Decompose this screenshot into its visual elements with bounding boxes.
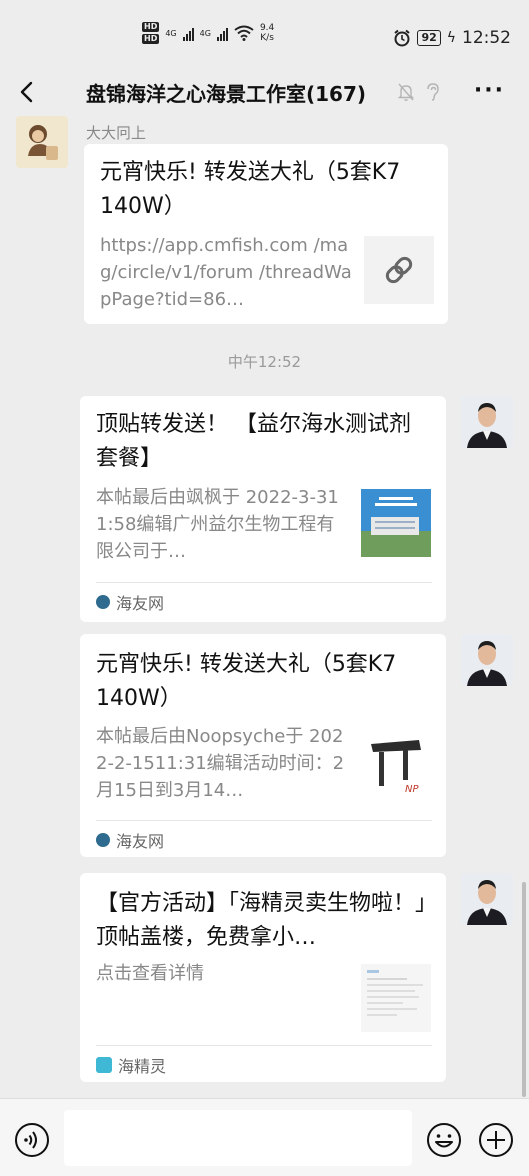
clock: 12:52 [462,28,511,48]
signal-icon-1 [182,25,194,41]
network-indicators: HD HD 4G 4G 9.4 K/s [142,22,274,44]
source-logo-icon [96,595,110,609]
article-thumbnail [361,964,431,1032]
net-label-2: 4G [199,28,211,38]
article-card[interactable]: 元宵快乐! 转发送大礼（5套K7 140W） 本帖最后由Noopsyche于 2… [80,634,446,857]
alarm-icon [394,29,411,47]
self-avatar[interactable] [461,873,513,925]
net-speed-unit: K/s [260,33,274,43]
article-thumbnail: NP [361,730,431,798]
battery-icon: 92 [417,30,441,46]
time-divider: 中午12:52 [227,353,302,371]
self-avatar[interactable] [461,634,513,686]
earpiece-mode-icon [427,83,439,101]
person-avatar-icon [461,396,513,448]
cartoon-avatar-icon [16,116,68,168]
scrollbar[interactable] [522,882,526,1097]
article-card[interactable]: 顶贴转发送！ 【益尔海水测试剂套餐】 本帖最后由飒枫于 2022-3-311:5… [80,396,446,622]
source-logo-icon [96,833,110,847]
mute-bell-icon [397,83,415,101]
net-speed-value: 9.4 [259,23,275,33]
document-thumbnail-icon [361,964,431,1032]
signal-icon-2 [216,25,228,41]
link-icon [385,256,413,284]
source-name: 海精灵 [118,1057,167,1076]
hd-icons: HD HD [142,22,160,44]
card-source: 海精灵 [96,1053,166,1077]
sender-name: 大大冋上 [86,124,147,142]
source-name: 海友网 [116,832,165,851]
card-title: 元宵快乐! 转发送大礼（5套K7 140W） [96,652,397,711]
back-icon[interactable] [14,78,42,106]
card-divider [96,1045,432,1046]
emoji-icon[interactable] [426,1122,462,1158]
hd-icon-1: HD [142,22,160,32]
message-input[interactable] [64,1110,412,1166]
plus-icon[interactable] [478,1122,514,1158]
more-options-button[interactable]: ··· [474,78,505,103]
lamp-product-icon: NP [361,730,431,798]
net-speed: 9.4 K/s [260,23,274,43]
link-thumbnail [364,236,434,304]
self-avatar[interactable] [461,396,513,448]
article-card[interactable]: 【官方活动】「海精灵卖生物啦！」顶帖盖楼，免费拿小… 点击查看详情 海精灵 [80,873,446,1082]
building-thumbnail-icon [361,489,431,557]
charging-icon: ϟ [446,30,456,46]
status-bar: HD HD 4G 4G 9.4 K/s 92 ϟ 12:52 [0,0,529,64]
card-source: 海友网 [96,590,164,614]
status-right: 92 ϟ 12:52 [393,28,511,48]
input-bar [0,1098,529,1176]
card-desc: 点击查看详情 [96,963,204,984]
person-avatar-icon [461,873,513,925]
article-thumbnail [361,489,431,557]
card-title: 【官方活动】「海精灵卖生物啦！」顶帖盖楼，免费拿小… [96,891,427,950]
card-desc: 本帖最后由飒枫于 2022-3-311:58编辑广州益尔生物工程有限公司于… [96,487,339,562]
sender-avatar[interactable] [16,116,68,168]
card-title: 元宵快乐! 转发送大礼（5套K7 140W） [100,160,401,219]
card-divider [96,820,432,821]
svg-text:NP: NP [405,784,419,795]
source-name: 海友网 [116,594,165,613]
hd-icon-2: HD [142,34,160,44]
card-desc: 本帖最后由Noopsyche于 2022-2-1511:31编辑活动时间：2月1… [96,726,345,801]
card-title: 顶贴转发送！ 【益尔海水测试剂套餐】 [96,412,411,471]
chat-title[interactable]: 盘锦海洋之心海景工作室(167) [86,78,366,107]
net-label-1: 4G [165,28,177,38]
wifi-icon [234,25,254,41]
card-source: 海友网 [96,828,164,852]
voice-input-icon[interactable] [14,1122,50,1158]
link-card[interactable]: 元宵快乐! 转发送大礼（5套K7 140W） https://app.cmfis… [84,144,448,324]
person-avatar-icon [461,634,513,686]
card-divider [96,582,432,583]
miniprogram-icon [96,1057,112,1073]
card-url: https://app.cmfish.com /mag/circle/v1/fo… [100,235,352,310]
chat-header: 盘锦海洋之心海景工作室(167) ··· [0,64,529,120]
